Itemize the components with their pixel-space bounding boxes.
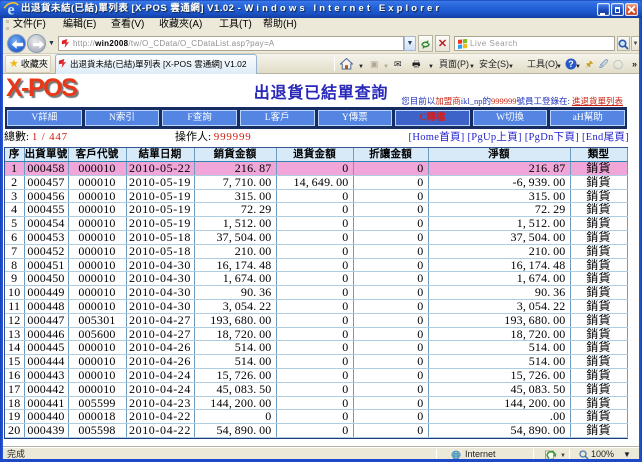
svg-text:?: ?: [568, 59, 574, 69]
